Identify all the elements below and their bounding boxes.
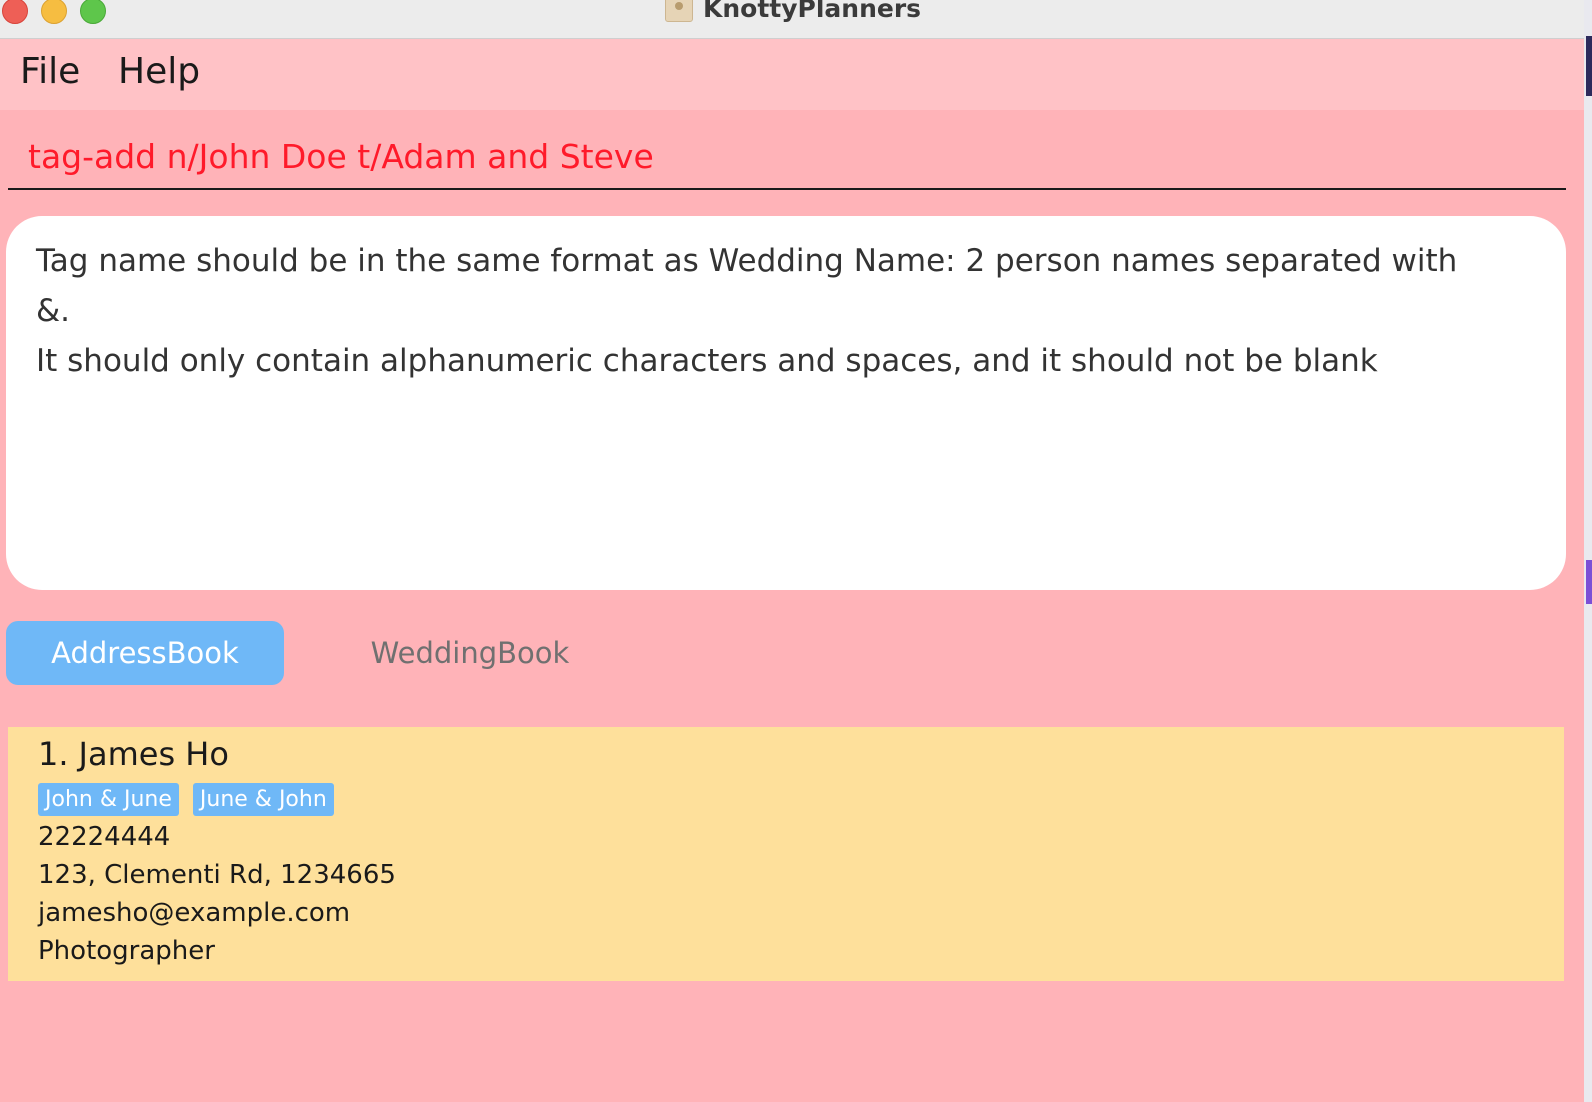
menu-bar: File Help [0, 39, 1584, 110]
person-tags: John & June June & John [38, 783, 334, 816]
person-role: Photographer [38, 936, 215, 966]
person-name-row: 1. James Ho [38, 735, 229, 773]
menu-help[interactable]: Help [118, 51, 200, 92]
person-address: 123, Clementi Rd, 1234665 [38, 860, 396, 890]
command-input[interactable] [8, 124, 1566, 190]
window-title-group: KnottyPlanners [665, 0, 921, 23]
maximize-window-button[interactable] [80, 0, 106, 24]
menu-file[interactable]: File [20, 51, 80, 92]
app-icon [665, 0, 693, 22]
close-window-button[interactable] [2, 0, 28, 24]
window-title: KnottyPlanners [703, 0, 922, 23]
title-bar: KnottyPlanners [0, 0, 1592, 39]
person-name: James Ho [78, 735, 229, 773]
tag-badge: John & June [38, 783, 179, 816]
app-window: KnottyPlanners File Help Tag name should… [0, 0, 1592, 1102]
adjacent-window-edge-purple [1586, 560, 1592, 604]
person-index: 1. [38, 735, 69, 773]
person-email: jamesho@example.com [38, 898, 351, 928]
adjacent-window-edge [1584, 0, 1592, 1102]
result-display: Tag name should be in the same format as… [6, 216, 1566, 590]
person-card[interactable]: 1. James Ho John & June June & John 2222… [8, 727, 1564, 981]
tab-weddingbook[interactable]: WeddingBook [330, 621, 610, 685]
minimize-window-button[interactable] [41, 0, 67, 24]
adjacent-window-edge-dark [1586, 36, 1592, 96]
tag-badge: June & John [192, 783, 334, 816]
tab-addressbook[interactable]: AddressBook [6, 621, 284, 685]
person-phone: 22224444 [38, 822, 171, 852]
